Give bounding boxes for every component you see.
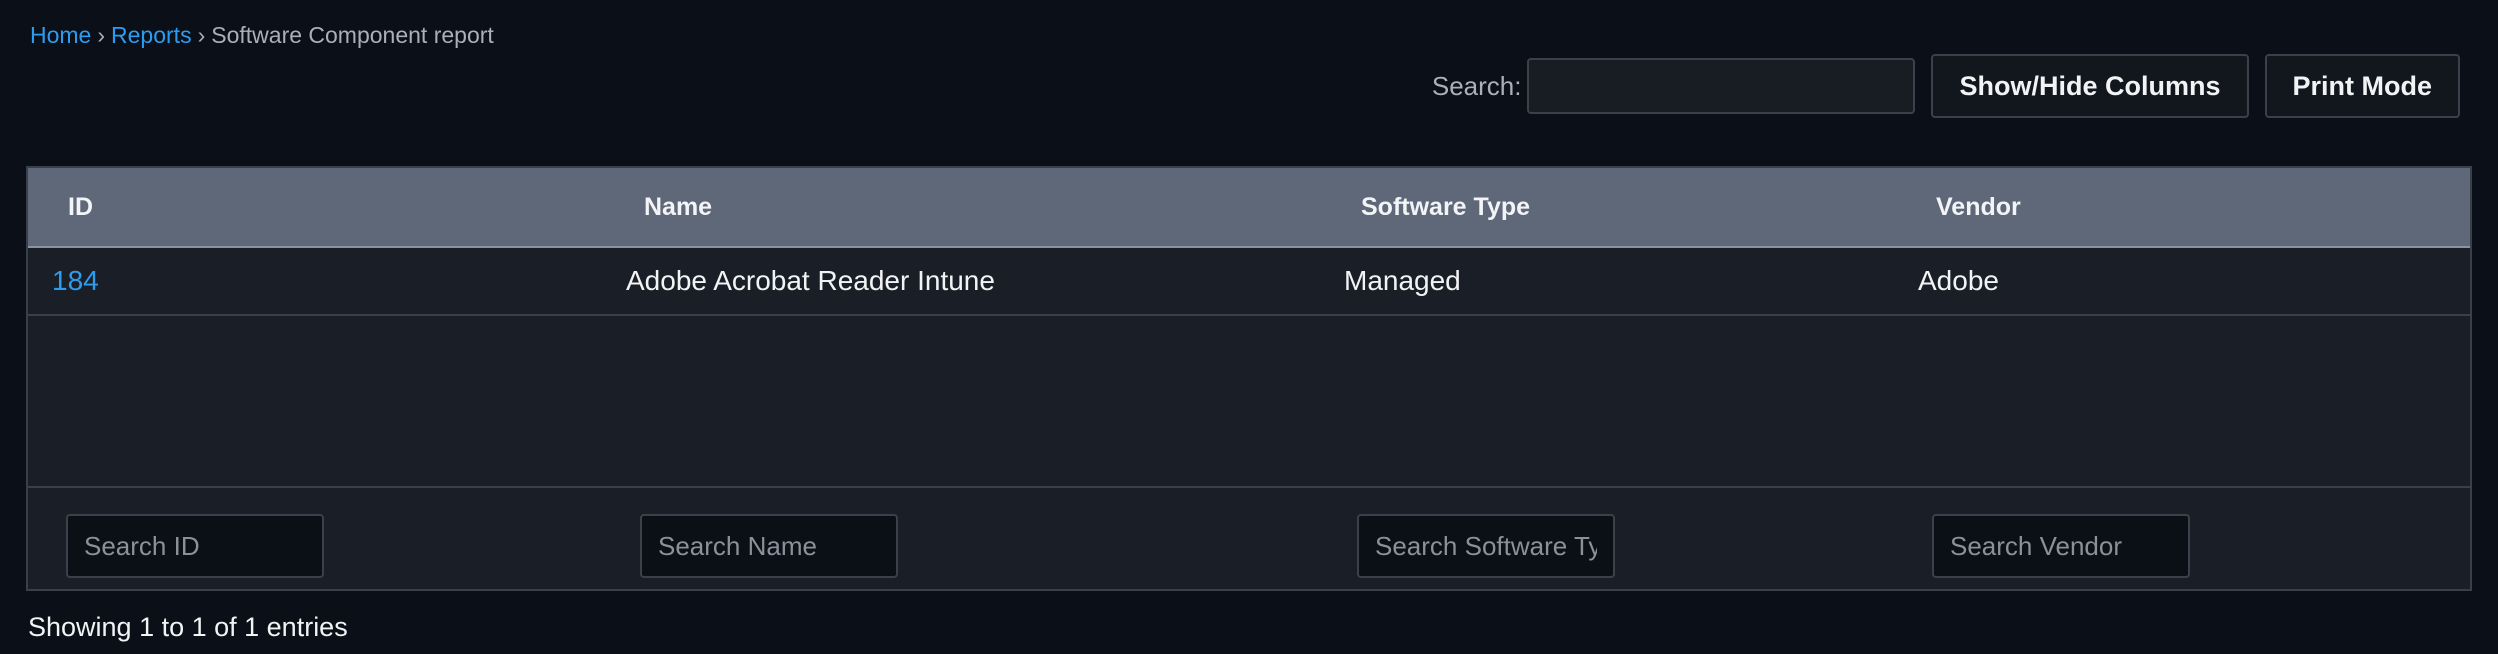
search-label: Search: xyxy=(1431,70,1522,101)
row-software-type-cell: Managed xyxy=(1344,265,1461,296)
column-header-software-type[interactable]: Software Type xyxy=(1361,168,1530,246)
breadcrumb-current: Software Component report xyxy=(211,22,494,48)
filter-id-input[interactable] xyxy=(66,514,324,578)
table-toolbar: Search: Show/Hide Columns Print Mode xyxy=(1432,54,2460,118)
column-filters xyxy=(28,488,2470,592)
breadcrumb-reports-link[interactable]: Reports xyxy=(111,22,192,48)
breadcrumb: Home › Reports › Software Component report xyxy=(30,22,494,49)
breadcrumb-home-link[interactable]: Home xyxy=(30,22,91,48)
filter-vendor-input[interactable] xyxy=(1932,514,2190,578)
row-id-link[interactable]: 184 xyxy=(52,248,99,314)
column-header-id[interactable]: ID xyxy=(68,168,93,246)
column-header-name[interactable]: Name xyxy=(644,168,712,246)
table-info: Showing 1 to 1 of 1 entries xyxy=(28,612,348,642)
data-table: ID Name Software Type Vendor 184 Adobe A… xyxy=(26,166,2472,591)
breadcrumb-separator: › xyxy=(97,22,106,48)
filter-name-input[interactable] xyxy=(640,514,898,578)
table-header: ID Name Software Type Vendor xyxy=(28,168,2470,248)
breadcrumb-separator: › xyxy=(197,22,206,48)
table-row: 184 Adobe Acrobat Reader Intune Managed … xyxy=(28,248,2470,316)
global-search-input[interactable] xyxy=(1527,58,1916,114)
show-hide-columns-button[interactable]: Show/Hide Columns xyxy=(1931,54,2249,118)
row-vendor-cell: Adobe xyxy=(1918,265,1999,296)
print-mode-button[interactable]: Print Mode xyxy=(2264,54,2460,118)
row-name-cell: Adobe Acrobat Reader Intune xyxy=(626,265,995,296)
column-header-vendor[interactable]: Vendor xyxy=(1936,168,2021,246)
filter-software-type-input[interactable] xyxy=(1357,514,1615,578)
table-empty-area xyxy=(28,316,2470,488)
